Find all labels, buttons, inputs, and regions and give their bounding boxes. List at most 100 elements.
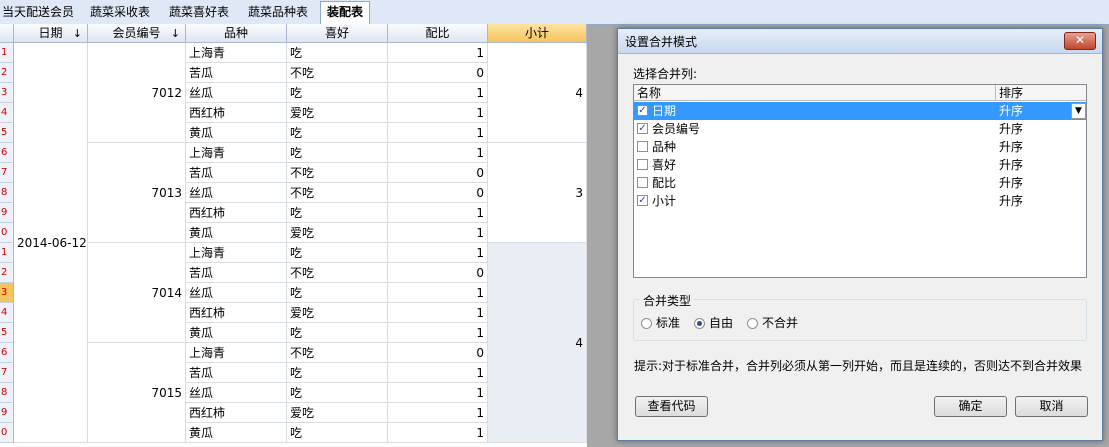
tab-3[interactable]: 蔬菜喜好表: [163, 2, 235, 22]
close-button[interactable]: ✕: [1064, 32, 1096, 50]
tab-1[interactable]: 当天配送会员: [0, 2, 80, 22]
variety-cell[interactable]: 黄瓜: [186, 123, 287, 143]
ratio-cell[interactable]: 1: [388, 43, 488, 63]
preference-cell[interactable]: 吃: [287, 43, 388, 63]
preference-cell[interactable]: 不吃: [287, 163, 388, 183]
ratio-cell[interactable]: 1: [388, 243, 488, 263]
row-number[interactable]: 7: [0, 163, 14, 183]
variety-cell[interactable]: 上海青: [186, 243, 287, 263]
merge-columns-list[interactable]: 名称 排序 ✓ 日期 升序 ▼ ✓ 会员编号 升序 品种 升序 喜好 升序 配比 升序 ✓ 小计 升序: [633, 84, 1087, 278]
preference-cell[interactable]: 吃: [287, 363, 388, 383]
row-number[interactable]: 1: [0, 43, 14, 63]
preference-cell[interactable]: 吃: [287, 423, 388, 443]
variety-cell[interactable]: 黄瓜: [186, 223, 287, 243]
preference-cell[interactable]: 吃: [287, 383, 388, 403]
ratio-cell[interactable]: 1: [388, 423, 488, 443]
preference-cell[interactable]: 爱吃: [287, 223, 388, 243]
ratio-cell[interactable]: 1: [388, 203, 488, 223]
preference-cell[interactable]: 吃: [287, 123, 388, 143]
ratio-cell[interactable]: 1: [388, 323, 488, 343]
merge-column-item[interactable]: 品种 升序: [634, 138, 1086, 156]
merge-column-item[interactable]: 配比 升序: [634, 174, 1086, 192]
tab-2[interactable]: 蔬菜采收表: [84, 2, 156, 22]
ratio-cell[interactable]: 1: [388, 363, 488, 383]
tab-4[interactable]: 蔬菜品种表: [242, 2, 314, 22]
variety-cell[interactable]: 丝瓜: [186, 183, 287, 203]
variety-cell[interactable]: 上海青: [186, 143, 287, 163]
row-number[interactable]: 9: [0, 203, 14, 223]
preference-cell[interactable]: 不吃: [287, 183, 388, 203]
preference-cell[interactable]: 爱吃: [287, 403, 388, 423]
row-number[interactable]: 4: [0, 303, 14, 323]
row-number[interactable]: 0: [0, 423, 14, 443]
column-header-preference[interactable]: 喜好: [287, 24, 388, 43]
merge-column-item[interactable]: 喜好 升序: [634, 156, 1086, 174]
checkbox-checked[interactable]: ✓: [637, 105, 648, 116]
row-number[interactable]: 0: [0, 223, 14, 243]
checkbox-checked[interactable]: ✓: [637, 123, 648, 134]
variety-cell[interactable]: 西红柿: [186, 303, 287, 323]
variety-cell[interactable]: 苦瓜: [186, 63, 287, 83]
cancel-button[interactable]: 取消: [1015, 396, 1088, 417]
ratio-cell[interactable]: 1: [388, 303, 488, 323]
sort-order[interactable]: 升序: [999, 192, 1023, 210]
row-number[interactable]: 8: [0, 183, 14, 203]
row-number[interactable]: 1: [0, 243, 14, 263]
ratio-cell[interactable]: 1: [388, 123, 488, 143]
sort-order[interactable]: 升序: [999, 102, 1023, 120]
checkbox-checked[interactable]: ✓: [637, 195, 648, 206]
list-header-name[interactable]: 名称: [634, 85, 996, 101]
ratio-cell[interactable]: 0: [388, 183, 488, 203]
view-code-button[interactable]: 查看代码: [635, 396, 708, 417]
row-number[interactable]: 2: [0, 63, 14, 83]
subtotal-cell[interactable]: 3: [488, 143, 587, 243]
variety-cell[interactable]: 丝瓜: [186, 283, 287, 303]
preference-cell[interactable]: 不吃: [287, 343, 388, 363]
member-id-cell[interactable]: 7015: [88, 343, 186, 443]
ratio-cell[interactable]: 1: [388, 83, 488, 103]
variety-cell[interactable]: 上海青: [186, 343, 287, 363]
variety-cell[interactable]: 黄瓜: [186, 323, 287, 343]
date-cell[interactable]: 2014-06-12: [14, 43, 88, 443]
preference-cell[interactable]: 不吃: [287, 263, 388, 283]
row-number[interactable]: 6: [0, 143, 14, 163]
variety-cell[interactable]: 苦瓜: [186, 263, 287, 283]
row-number[interactable]: 7: [0, 363, 14, 383]
member-id-cell[interactable]: 7014: [88, 243, 186, 343]
ratio-cell[interactable]: 0: [388, 263, 488, 283]
row-number[interactable]: 2: [0, 263, 14, 283]
column-header-date[interactable]: 日期 ↓: [14, 24, 88, 43]
variety-cell[interactable]: 苦瓜: [186, 363, 287, 383]
dialog-titlebar[interactable]: 设置合并模式 ✕: [618, 29, 1102, 54]
assembly-grid[interactable]: 日期 ↓ 会员编号 ↓ 品种 喜好 配比 小计 7012 4 1 上海青吃 1 2 苦瓜 不吃 0 3 丝瓜吃 1 4 西…: [0, 24, 587, 447]
preference-cell[interactable]: 爱吃: [287, 103, 388, 123]
ratio-cell[interactable]: 0: [388, 163, 488, 183]
ok-button[interactable]: 确定: [934, 396, 1007, 417]
member-id-cell[interactable]: 7013: [88, 143, 186, 243]
variety-cell[interactable]: 上海青: [186, 43, 287, 63]
row-number[interactable]: 5: [0, 323, 14, 343]
preference-cell[interactable]: 吃: [287, 323, 388, 343]
ratio-cell[interactable]: 1: [388, 403, 488, 423]
checkbox[interactable]: [637, 141, 648, 152]
ratio-cell[interactable]: 0: [388, 63, 488, 83]
row-number[interactable]: 8: [0, 383, 14, 403]
sort-order[interactable]: 升序: [999, 138, 1023, 156]
row-number[interactable]: 3: [0, 83, 14, 103]
sort-order[interactable]: 升序: [999, 156, 1023, 174]
member-id-cell[interactable]: 7012: [88, 43, 186, 143]
subtotal-cell[interactable]: 4: [488, 243, 587, 443]
preference-cell[interactable]: 吃: [287, 83, 388, 103]
ratio-cell[interactable]: 1: [388, 383, 488, 403]
merge-column-item[interactable]: ✓ 小计 升序: [634, 192, 1086, 210]
ratio-cell[interactable]: 1: [388, 283, 488, 303]
variety-cell[interactable]: 西红柿: [186, 103, 287, 123]
merge-column-item[interactable]: ✓ 会员编号 升序: [634, 120, 1086, 138]
sort-order[interactable]: 升序: [999, 174, 1023, 192]
preference-cell[interactable]: 吃: [287, 143, 388, 163]
ratio-cell[interactable]: 1: [388, 103, 488, 123]
list-header-sort[interactable]: 排序: [996, 85, 1086, 101]
variety-cell[interactable]: 黄瓜: [186, 423, 287, 443]
subtotal-cell[interactable]: 4: [488, 43, 587, 143]
preference-cell[interactable]: 吃: [287, 283, 388, 303]
